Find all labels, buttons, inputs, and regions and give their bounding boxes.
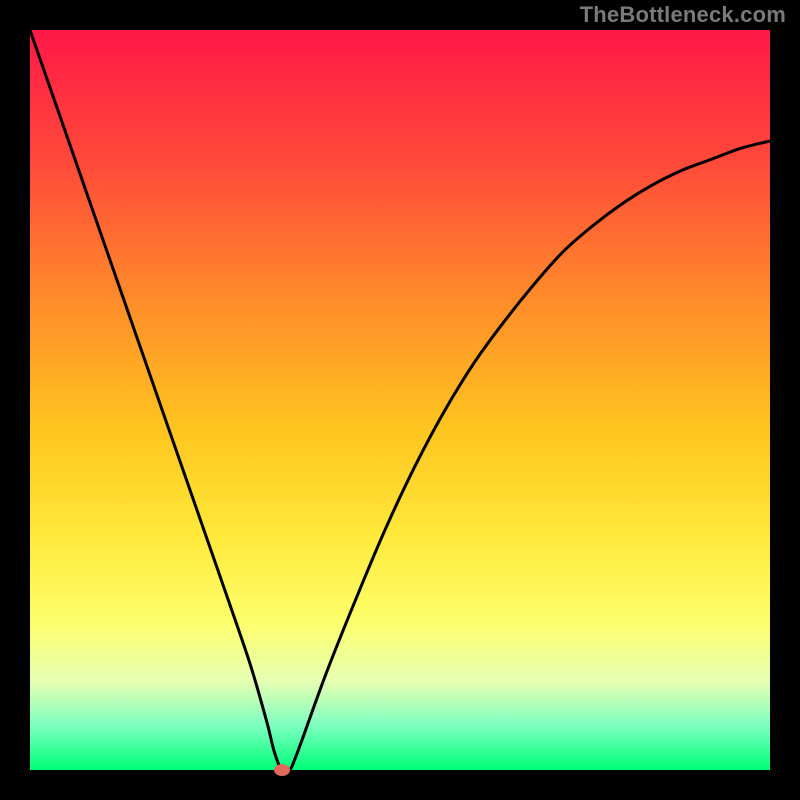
bottleneck-curve xyxy=(30,30,770,772)
plot-area xyxy=(30,30,770,770)
chart-frame: TheBottleneck.com xyxy=(0,0,800,800)
minimum-marker xyxy=(274,764,290,776)
watermark-label: TheBottleneck.com xyxy=(580,2,786,28)
curve-layer xyxy=(30,30,770,770)
